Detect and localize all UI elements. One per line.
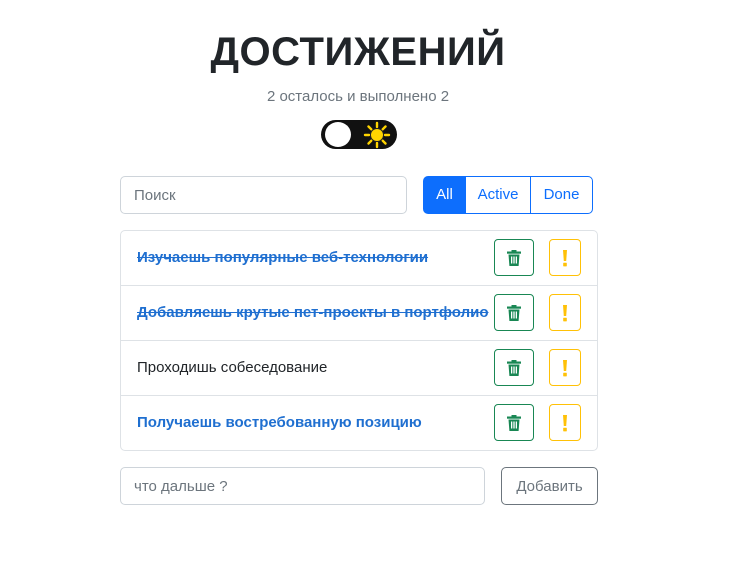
mark-important-button[interactable] <box>549 239 581 276</box>
todo-item: Получаешь востребованную позицию <box>121 396 597 450</box>
todo-item: Проходишь собеседование <box>121 341 597 396</box>
page-title: ДОСТИЖЕНИЙ <box>210 30 506 74</box>
exclamation-icon <box>563 359 567 376</box>
sun-icon <box>363 121 391 149</box>
todo-item: Добавляешь крутые пет-проекты в портфоли… <box>121 286 597 341</box>
delete-button[interactable] <box>494 404 534 441</box>
exclamation-icon <box>563 304 567 321</box>
todo-item: Изучаешь популярные веб-технологии <box>121 231 597 286</box>
todo-item-label[interactable]: Добавляешь крутые пет-проекты в портфоли… <box>137 304 489 321</box>
todo-counter: 2 осталось и выполнено 2 <box>266 88 450 105</box>
trash-icon <box>507 359 521 376</box>
filter-all-button[interactable]: All <box>423 176 466 214</box>
todo-item-label[interactable]: Проходишь собеседование <box>137 359 327 376</box>
mark-important-button[interactable] <box>549 294 581 331</box>
mark-important-button[interactable] <box>549 404 581 441</box>
delete-button[interactable] <box>494 239 534 276</box>
add-button[interactable]: Добавить <box>501 467 598 505</box>
new-todo-input[interactable] <box>120 467 485 505</box>
exclamation-icon <box>563 249 567 266</box>
todo-item-label[interactable]: Изучаешь популярные веб-технологии <box>137 249 428 266</box>
theme-toggle[interactable] <box>321 120 397 149</box>
filter-done-button[interactable]: Done <box>530 176 593 214</box>
toggle-knob <box>325 122 351 147</box>
trash-icon <box>507 249 521 266</box>
search-input[interactable] <box>120 176 407 214</box>
exclamation-icon <box>563 414 567 431</box>
filter-button-group: All Active Done <box>423 176 593 214</box>
mark-important-button[interactable] <box>549 349 581 386</box>
delete-button[interactable] <box>494 349 534 386</box>
trash-icon <box>507 304 521 321</box>
todo-item-label[interactable]: Получаешь востребованную позицию <box>137 414 422 431</box>
filter-active-button[interactable]: Active <box>465 176 531 214</box>
todo-list: Изучаешь популярные веб-технологии Добав… <box>120 230 598 451</box>
trash-icon <box>507 414 521 431</box>
delete-button[interactable] <box>494 294 534 331</box>
